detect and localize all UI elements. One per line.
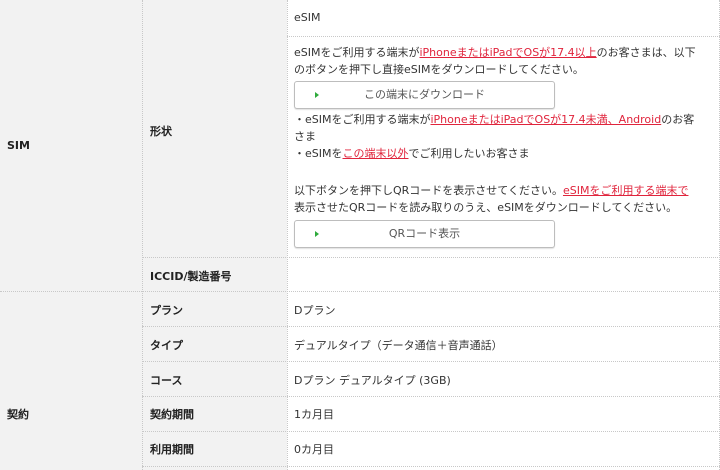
shape-label: 形状 [150, 125, 172, 138]
bullet1-line2: さま [294, 130, 316, 143]
qr-instructions: 以下ボタンを押下しQRコードを表示させてください。eSIMをご利用する端末で 表… [294, 182, 714, 216]
iccid-label: ICCID/製造番号 [150, 270, 232, 283]
download-button-label: この端末にダウンロード [364, 88, 485, 101]
bullet1-pre: ・eSIMをご利用する端末が [294, 113, 431, 126]
divider [142, 326, 720, 327]
divider [142, 361, 720, 362]
qr-instructions-bullets: ・eSIMをご利用する端末がiPhoneまたはiPadでOSが17.4未満、An… [294, 111, 714, 162]
para1-post: のお客さまは、以下 [596, 46, 696, 59]
divider [142, 257, 720, 258]
contract-period-label: 契約期間 [150, 408, 194, 421]
usage-period-label: 利用期間 [150, 443, 194, 456]
label-column-bg [142, 0, 287, 470]
play-arrow-icon [315, 92, 319, 98]
bullet2-pre: ・eSIMを [294, 147, 343, 160]
qr-button-label: QRコード表示 [388, 227, 461, 240]
divider [287, 0, 288, 470]
contract-section-label: 契約 [7, 408, 29, 421]
sim-section-label: SIM [7, 139, 30, 152]
contract-period-value: 1カ月目 [294, 408, 334, 421]
plan-value: Dプラン [294, 304, 336, 317]
esim-device-link[interactable]: eSIMをご利用する端末で [563, 184, 688, 197]
plan-label: プラン [150, 304, 183, 317]
ios-below-174-android-link[interactable]: iPhoneまたはiPadでOSが17.4未満、Android [430, 113, 661, 126]
usage-period-value: 0カ月目 [294, 443, 334, 456]
divider [142, 0, 143, 470]
para2-pre: 以下ボタンを押下しQRコードを表示させてください。 [294, 184, 563, 197]
bullet2-post: でご利用したいお客さま [408, 147, 530, 160]
show-qr-code-button[interactable]: QRコード表示 [294, 220, 555, 248]
course-value: Dプラン デュアルタイプ (3GB) [294, 374, 451, 387]
section-column-bg [0, 0, 142, 470]
para1-pre: eSIMをご利用する端末が [294, 46, 420, 59]
para1-line2: のボタンを押下し直接eSIMをダウンロードしてください。 [294, 63, 584, 76]
divider [287, 36, 720, 37]
para2-line2: 表示させたQRコードを読み取りのうえ、eSIMをダウンロードしてください。 [294, 201, 678, 214]
divider [142, 396, 720, 397]
esim-direct-instructions: eSIMをご利用する端末がiPhoneまたはiPadでOSが17.4以上のお客さ… [294, 44, 714, 78]
divider [0, 291, 720, 292]
play-arrow-icon [315, 231, 319, 237]
other-device-link[interactable]: この端末以外 [343, 147, 409, 160]
type-label: タイプ [150, 339, 183, 352]
divider [142, 431, 720, 432]
ios-174-link[interactable]: iPhoneまたはiPadでOSが17.4以上 [419, 46, 596, 59]
course-label: コース [150, 374, 183, 387]
divider [142, 466, 720, 467]
download-on-this-device-button[interactable]: この端末にダウンロード [294, 81, 555, 109]
shape-value: eSIM [294, 11, 321, 24]
bullet1-post: のお客 [661, 113, 695, 126]
type-value: デュアルタイプ（データ通信＋音声通話） [294, 339, 503, 352]
